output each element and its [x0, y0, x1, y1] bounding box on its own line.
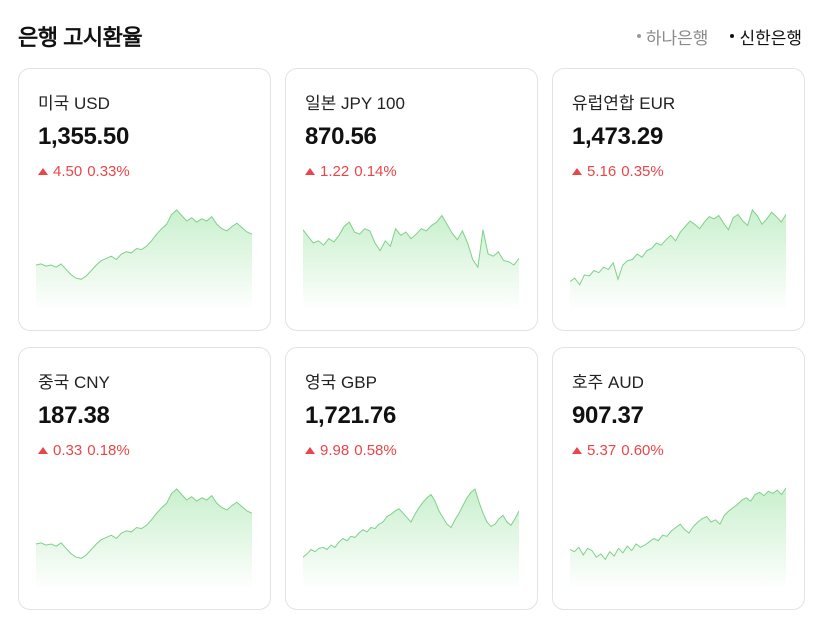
sparkline-area	[36, 489, 252, 590]
sparkline-area	[570, 210, 786, 311]
rate-change: 9.98 0.58%	[305, 442, 397, 459]
bank-label: 신한은행	[739, 28, 802, 48]
sparkline-area	[36, 210, 252, 311]
rate-change: 5.37 0.60%	[572, 442, 664, 459]
sparkline-area	[303, 215, 519, 311]
up-triangle-icon	[305, 168, 315, 175]
bullet-icon	[636, 34, 641, 38]
rate-card-gbp[interactable]: 영국 GBP 1,721.76 9.98 0.58%	[285, 347, 538, 610]
up-triangle-icon	[38, 447, 48, 454]
change-value: 5.16	[587, 163, 617, 180]
change-percent: 0.14%	[354, 163, 397, 180]
exchange-rate: 870.56	[305, 123, 377, 150]
currency-name: 영국 GBP	[305, 373, 377, 392]
change-value: 9.98	[320, 442, 350, 459]
up-triangle-icon	[305, 447, 315, 454]
exchange-rate: 907.37	[572, 402, 644, 429]
rate-change: 4.50 0.33%	[38, 163, 130, 180]
rate-change: 0.33 0.18%	[38, 442, 130, 459]
exchange-rate: 187.38	[38, 402, 110, 429]
rate-change: 1.22 0.14%	[305, 163, 397, 180]
change-value: 4.50	[53, 163, 83, 180]
rate-card-aud[interactable]: 호주 AUD 907.37 5.37 0.60%	[552, 347, 805, 610]
currency-name: 중국 CNY	[38, 373, 110, 392]
exchange-rate: 1,473.29	[572, 123, 664, 150]
rate-card-grid: 미국 USD 1,355.50 4.50 0.33% 일본 JPY 100 87…	[18, 68, 805, 610]
sparkline-chart	[36, 209, 252, 311]
bank-label: 하나은행	[645, 28, 709, 48]
sparkline-area	[570, 487, 786, 590]
exchange-rate: 1,355.50	[38, 123, 130, 150]
change-value: 1.22	[320, 163, 350, 180]
change-percent: 0.18%	[87, 442, 130, 459]
rate-card-jpy[interactable]: 일본 JPY 100 870.56 1.22 0.14%	[285, 68, 538, 331]
up-triangle-icon	[572, 447, 582, 454]
sparkline-area	[303, 489, 519, 590]
sparkline-chart	[570, 487, 786, 590]
bank-selector: 하나은행 신한은행	[636, 24, 802, 49]
up-triangle-icon	[38, 168, 48, 175]
change-percent: 0.58%	[354, 442, 397, 459]
currency-name: 미국 USD	[38, 94, 110, 113]
sparkline-chart	[303, 488, 519, 590]
up-triangle-icon	[572, 168, 582, 175]
rate-card-usd[interactable]: 미국 USD 1,355.50 4.50 0.33%	[18, 68, 271, 331]
rate-card-cny[interactable]: 중국 CNY 187.38 0.33 0.18%	[18, 347, 271, 610]
change-value: 5.37	[587, 442, 617, 459]
change-percent: 0.60%	[621, 442, 664, 459]
change-value: 0.33	[53, 442, 83, 459]
header: 은행 고시환율 하나은행 신한은행	[18, 18, 802, 54]
bank-option-hana[interactable]: 하나은행	[636, 24, 709, 49]
sparkline-chart	[36, 488, 252, 590]
rate-card-eur[interactable]: 유럽연합 EUR 1,473.29 5.16 0.35%	[552, 68, 805, 331]
bullet-icon	[730, 34, 735, 38]
sparkline-chart	[570, 208, 786, 311]
bank-option-shinhan[interactable]: 신한은행	[730, 24, 802, 49]
currency-name: 호주 AUD	[572, 373, 644, 392]
change-percent: 0.33%	[87, 163, 130, 180]
page-title: 은행 고시환율	[18, 25, 143, 50]
currency-name: 유럽연합 EUR	[572, 94, 676, 113]
exchange-rate: 1,721.76	[305, 402, 397, 429]
sparkline-chart	[303, 214, 519, 311]
rate-change: 5.16 0.35%	[572, 163, 664, 180]
currency-name: 일본 JPY 100	[305, 94, 405, 113]
change-percent: 0.35%	[621, 163, 664, 180]
